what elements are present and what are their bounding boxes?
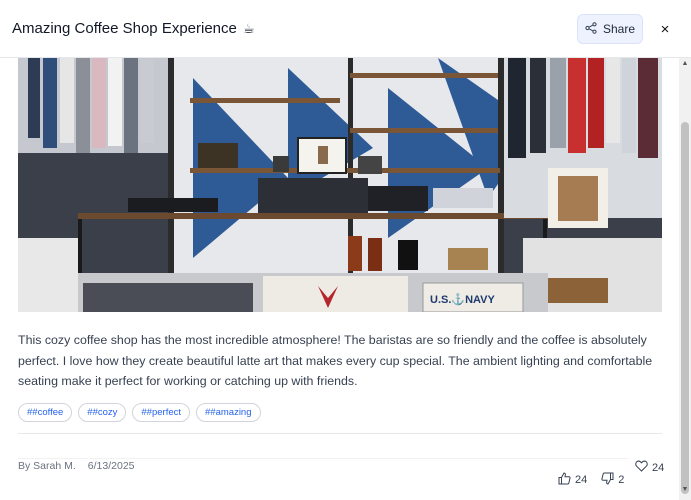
close-button[interactable]: × [656,20,674,38]
share-label: Share [602,22,636,36]
close-icon: × [660,20,670,38]
like-button[interactable]: 24 [635,460,664,475]
like-count: 24 [652,461,665,474]
vote-controls: 24 2 [558,472,624,488]
downvote-button[interactable]: 2 [601,472,624,488]
author-name: By Sarah M. [18,460,76,472]
tag-chip[interactable]: ##amazing [196,403,261,422]
post-date: 6/13/2025 [87,460,135,472]
post-content: U.S.⚓NAVY This cozy coffee shop has the … [0,58,679,500]
post-meta: By Sarah M. 6/13/2025 [18,460,135,472]
divider [18,433,662,434]
tag-chip[interactable]: ##coffee [18,403,73,422]
thumbs-down-icon [601,472,614,488]
thumbs-up-icon [558,472,571,488]
post-modal: Amazing Coffee Shop Experience ☕ Share × [0,0,691,500]
coffee-icon: ☕ [243,21,255,36]
post-description: This cozy coffee shop has the most incre… [18,333,653,388]
navy-sign-text: U.S.⚓NAVY [430,293,495,306]
share-button[interactable]: Share [577,14,643,44]
post-image: U.S.⚓NAVY [18,58,662,312]
divider-faint [18,458,628,459]
tag-chip[interactable]: ##perfect [132,403,191,422]
scroll-up-icon[interactable]: ▲ [679,60,691,70]
downvote-count: 2 [618,474,625,486]
upvote-count: 24 [575,474,588,486]
page-title: Amazing Coffee Shop Experience ☕ [12,20,255,37]
scroll-down-icon[interactable]: ▼ [679,486,691,496]
scrollbar-thumb[interactable] [681,122,689,494]
heart-icon [635,460,648,475]
share-icon [585,21,597,37]
scrollbar[interactable]: ▲ ▼ [679,58,691,500]
title-text: Amazing Coffee Shop Experience [12,20,237,37]
modal-header: Amazing Coffee Shop Experience ☕ Share × [0,0,691,58]
tag-list: ##coffee ##cozy ##perfect ##amazing [18,403,261,422]
tag-chip[interactable]: ##cozy [78,403,127,422]
upvote-button[interactable]: 24 [558,472,587,488]
